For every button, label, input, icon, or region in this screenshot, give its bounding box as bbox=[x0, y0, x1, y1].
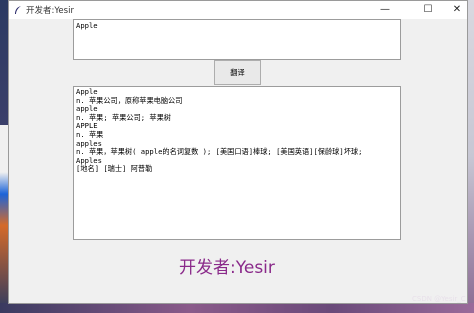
title-bar[interactable]: 开发者:Yesir — ☐ ✕ bbox=[9, 1, 467, 19]
word-input[interactable]: Apple bbox=[73, 19, 401, 60]
desktop-background-bottom bbox=[0, 303, 474, 313]
output-line: n. 苹果; 苹果公司; 苹果树 bbox=[76, 112, 171, 122]
client-area: Apple 翻译 Apple n. 苹果公司，原称苹果电脑公司 apple n. 苹果… bbox=[9, 19, 467, 303]
app-window: 开发者:Yesir — ☐ ✕ Apple 翻译 Apple n. 苹果公司，原称… bbox=[8, 0, 468, 304]
desktop-background-left bbox=[0, 0, 8, 313]
output-line: APPLE bbox=[76, 121, 98, 131]
output-line: [地名] [瑞士] 阿普勒 bbox=[76, 164, 153, 174]
author-label: 开发者:Yesir bbox=[179, 258, 275, 278]
output-line: n. 苹果公司，原称苹果电脑公司 bbox=[76, 95, 183, 105]
translation-output[interactable]: Apple n. 苹果公司，原称苹果电脑公司 apple n. 苹果; 苹果公司; 苹… bbox=[73, 86, 401, 240]
desktop-background-right bbox=[468, 0, 474, 313]
window-title: 开发者:Yesir bbox=[26, 6, 74, 16]
output-line: n. 苹果 bbox=[76, 129, 104, 139]
translate-button[interactable]: 翻译 bbox=[214, 60, 261, 85]
close-button[interactable]: ✕ bbox=[443, 2, 471, 18]
feather-icon bbox=[15, 6, 21, 14]
maximize-button[interactable]: ☐ bbox=[414, 2, 442, 18]
watermark: CSDN @Yesir_C bbox=[412, 295, 466, 303]
output-line: n. 苹果，苹果树( apple的名词复数 ); [美国口语]棒球; [美国英语… bbox=[76, 147, 363, 157]
minimize-button[interactable]: — bbox=[371, 2, 399, 18]
